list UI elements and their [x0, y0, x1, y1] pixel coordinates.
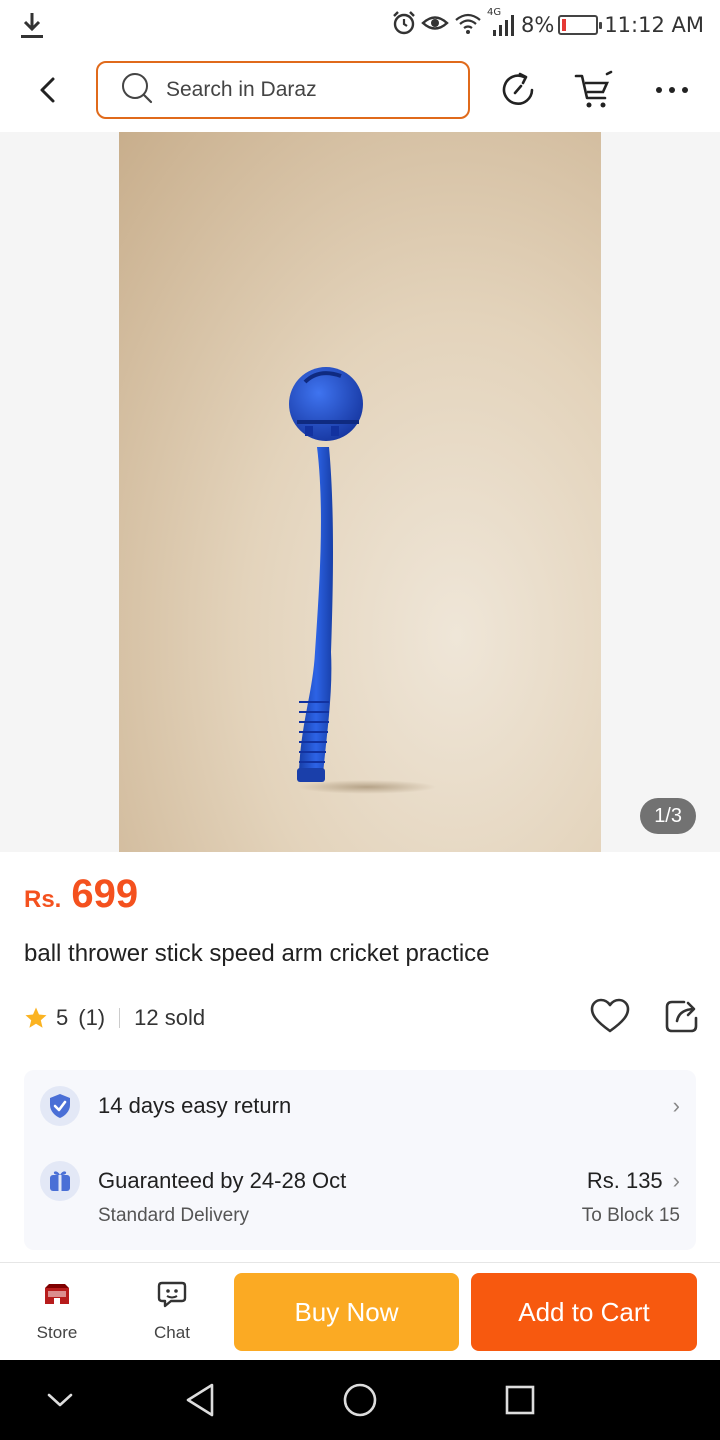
rating-row: 5 (1) 12 sold: [24, 998, 704, 1038]
cart-icon[interactable]: [572, 68, 616, 112]
review-count[interactable]: (1): [78, 1005, 105, 1031]
delivery-fee: Rs. 135: [586, 1168, 663, 1193]
price-currency: Rs.: [24, 886, 62, 913]
more-icon[interactable]: [650, 68, 694, 112]
network-label: 4G: [486, 7, 502, 18]
download-icon: [18, 10, 46, 40]
back-icon[interactable]: [26, 68, 70, 112]
chat-icon: [154, 1277, 190, 1313]
buy-now-button[interactable]: Buy Now: [234, 1273, 459, 1351]
return-label: 14 days easy return: [98, 1093, 292, 1118]
product-title: ball thrower stick speed arm cricket pra…: [24, 940, 490, 967]
delivery-type: Standard Delivery: [98, 1205, 250, 1226]
clock: 11:12 AM: [604, 13, 704, 37]
nav-back-icon[interactable]: [178, 1378, 222, 1422]
nav-recents-icon[interactable]: [498, 1378, 542, 1422]
price-amount: 699: [71, 872, 139, 916]
store-button[interactable]: Store: [12, 1277, 102, 1347]
product-image[interactable]: [119, 132, 601, 852]
chevron-right-icon: ›: [672, 1168, 680, 1193]
store-label: Store: [36, 1323, 78, 1342]
eye-icon: [421, 10, 449, 41]
price: Rs. 699: [24, 872, 138, 917]
divider: [119, 1008, 121, 1028]
alarm-icon: [391, 10, 417, 41]
wifi-icon: [453, 10, 483, 41]
product-gallery[interactable]: 1/3: [0, 132, 720, 852]
star-icon: [24, 1006, 48, 1030]
search-bar[interactable]: [96, 61, 470, 119]
heart-icon[interactable]: [588, 994, 632, 1038]
chat-button[interactable]: Chat: [127, 1277, 217, 1347]
rating-score: 5: [56, 1005, 69, 1030]
search-input[interactable]: [166, 78, 446, 102]
image-counter: 1/3: [640, 798, 696, 834]
top-nav: [0, 50, 720, 132]
delivery-row[interactable]: Guaranteed by 24-28 Oct Standard Deliver…: [40, 1161, 680, 1227]
system-nav-bar: [0, 1360, 720, 1440]
delivery-location: To Block 15: [581, 1205, 680, 1226]
share-icon[interactable]: [660, 994, 704, 1038]
history-icon[interactable]: [496, 68, 540, 112]
return-row[interactable]: 14 days easy return ›: [40, 1086, 680, 1126]
action-bar: Store Chat Buy Now Add to Cart: [0, 1262, 720, 1360]
battery-icon: [558, 15, 603, 35]
store-icon: [39, 1277, 75, 1313]
status-right: 4G 8% 11:12 AM: [391, 7, 704, 42]
delivery-label: Guaranteed by 24-28 Oct: [98, 1168, 347, 1193]
sold-count: 12 sold: [134, 1005, 206, 1030]
signal-icon: 4G: [487, 7, 517, 37]
nav-home-icon[interactable]: [338, 1378, 382, 1422]
gift-icon: [40, 1161, 80, 1201]
chat-label: Chat: [154, 1323, 190, 1342]
battery-percent: 8%: [520, 13, 555, 37]
nav-down-icon[interactable]: [38, 1378, 82, 1422]
search-icon: [120, 71, 154, 109]
add-to-cart-button[interactable]: Add to Cart: [471, 1273, 697, 1351]
status-bar: 4G 8% 11:12 AM: [0, 0, 720, 50]
chevron-right-icon: ›: [672, 1093, 680, 1118]
service-card: 14 days easy return › Guaranteed by 24-2…: [24, 1070, 696, 1250]
shield-check-icon: [40, 1086, 80, 1126]
